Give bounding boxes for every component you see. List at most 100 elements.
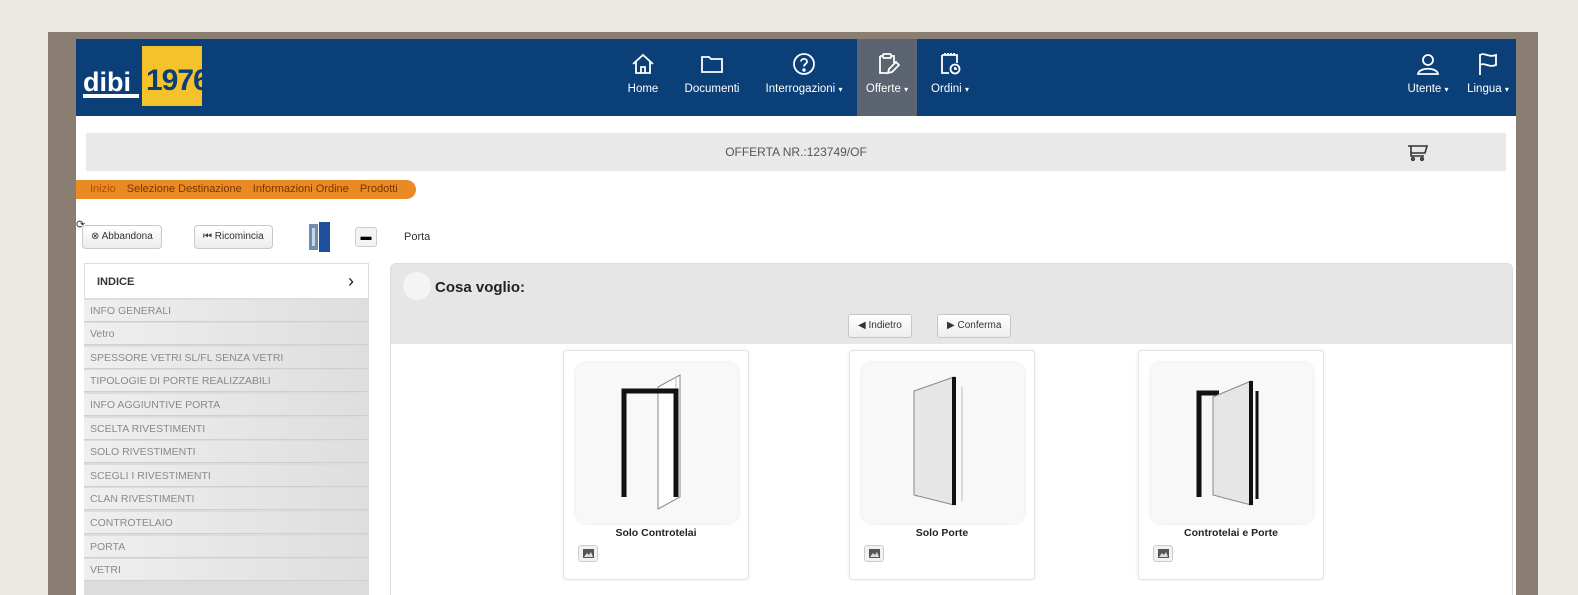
- breadcrumb-item[interactable]: Selezione Destinazione: [127, 183, 242, 195]
- breadcrumb-item[interactable]: Inizio: [90, 183, 116, 195]
- door-only-icon: [913, 376, 963, 506]
- order-icon: [941, 53, 961, 75]
- nav-interrogazioni-text: Interrogazioni: [765, 83, 836, 95]
- abandon-label: Abbandona: [101, 231, 153, 242]
- confirm-button[interactable]: ▶ Conferma: [937, 314, 1012, 338]
- home-icon: [632, 53, 654, 74]
- nav-utente-text: Utente: [1407, 83, 1442, 95]
- image-icon: [1158, 549, 1169, 558]
- chevron-down-icon: ▾: [904, 85, 909, 94]
- door-thumbnail-icon: [309, 222, 330, 252]
- nav-lingua-label: Lingua ▾: [1460, 83, 1516, 95]
- image-icon: [869, 549, 880, 558]
- chevron-down-icon: ▾: [964, 85, 969, 94]
- option-image: [1151, 363, 1313, 523]
- offer-title: OFFERTA NR.:123749/OF: [725, 145, 867, 159]
- option-image: [862, 363, 1024, 523]
- option-label: Solo Porte: [915, 527, 969, 539]
- folder-icon: [701, 56, 723, 73]
- sidebar-item[interactable]: VETRI: [84, 559, 369, 581]
- nav-offerte-text: Offerte: [865, 83, 901, 95]
- breadcrumb: Inizio Selezione Destinazione Informazio…: [76, 180, 416, 199]
- option-card-solo-porte[interactable]: Solo Porte: [849, 350, 1035, 580]
- flag-icon: [1479, 53, 1497, 75]
- nav-interrogazioni[interactable]: Interrogazioni ▾: [756, 39, 852, 116]
- image-icon: [583, 549, 594, 558]
- stop-icon: ⊗: [91, 231, 100, 242]
- app-window: dibi 1976 Home Documenti Interrogazioni …: [76, 39, 1516, 595]
- screenshot-frame: dibi 1976 Home Documenti Interrogazioni …: [48, 32, 1538, 595]
- clipboard-edit-icon: [879, 53, 900, 75]
- choice-panel: Cosa voglio: ◀ Indietro ▶ Conferma Solo …: [390, 263, 1513, 595]
- sidebar-item[interactable]: SCEGLI I RIVESTIMENTI: [84, 465, 369, 487]
- sidebar-item[interactable]: INFO GENERALI: [84, 300, 369, 322]
- logo-year-suffix: 76: [177, 64, 209, 97]
- nav-home[interactable]: Home: [619, 39, 667, 116]
- dibi-logo[interactable]: dibi 1976: [81, 46, 210, 108]
- user-icon: [1416, 54, 1440, 75]
- chevron-down-icon: ▾: [1504, 85, 1509, 94]
- sidebar-item[interactable]: Vetro: [84, 323, 369, 345]
- nav-utente-label: Utente ▾: [1399, 83, 1457, 95]
- breadcrumb-item[interactable]: Informazioni Ordine: [253, 183, 349, 195]
- nav-interrogazioni-label: Interrogazioni ▾: [756, 83, 852, 95]
- folder-icon: ▬: [360, 231, 372, 243]
- nav-lingua-text: Lingua: [1467, 83, 1502, 95]
- option-card-solo-controtelai[interactable]: Solo Controtelai: [563, 350, 749, 580]
- offer-header: OFFERTA NR.:123749/OF: [86, 133, 1506, 171]
- logo-year: 1976: [142, 46, 210, 106]
- logo-year-main: 19: [146, 64, 178, 97]
- triangle-right-icon: ▶: [947, 320, 955, 331]
- back-label: Indietro: [868, 320, 902, 331]
- image-preview-button[interactable]: [578, 545, 598, 562]
- sidebar-item[interactable]: SCELTA RIVESTIMENTI: [84, 418, 369, 440]
- sidebar-item[interactable]: INFO AGGIUNTIVE PORTA: [84, 394, 369, 416]
- question-icon: [793, 53, 815, 75]
- restart-button[interactable]: ⏮ Ricomincia: [194, 225, 273, 249]
- index-header-label: INDICE: [97, 276, 135, 288]
- option-card-controtelai-porte[interactable]: Controtelai e Porte: [1138, 350, 1324, 580]
- sidebar-item[interactable]: SPESSORE VETRI SL/FL SENZA VETRI: [84, 347, 369, 369]
- choice-title: Cosa voglio:: [435, 279, 526, 296]
- sidebar-item[interactable]: TIPOLOGIE DI PORTE REALIZZABILI: [84, 370, 369, 392]
- index-header[interactable]: INDICE ›: [84, 263, 369, 299]
- section-icon: [403, 272, 431, 300]
- sidebar-item[interactable]: PORTA: [84, 536, 369, 558]
- sidebar-item[interactable]: CLAN RIVESTIMENTI: [84, 488, 369, 510]
- nav-offerte[interactable]: Offerte ▾: [857, 39, 917, 116]
- index-sidebar: INDICE › INFO GENERALI Vetro SPESSORE VE…: [84, 263, 369, 595]
- nav-ordini-text: Ordini: [931, 83, 962, 95]
- chevron-down-icon: ▾: [1444, 85, 1449, 94]
- nav-documenti[interactable]: Documenti: [674, 39, 750, 116]
- nav-documenti-label: Documenti: [684, 83, 740, 95]
- nav-utente[interactable]: Utente ▾: [1399, 39, 1457, 116]
- breadcrumb-item[interactable]: Prodotti: [360, 183, 398, 195]
- option-label: Controtelai e Porte: [1184, 527, 1278, 539]
- image-preview-button[interactable]: [1153, 545, 1173, 562]
- sidebar-item[interactable]: CONTROTELAIO: [84, 512, 369, 534]
- sidebar-item[interactable]: SOLO RIVESTIMENTI: [84, 441, 369, 463]
- nav-home-label: Home: [627, 83, 659, 95]
- nav-ordini[interactable]: Ordini ▾: [922, 39, 978, 116]
- current-step-label: Porta: [404, 231, 431, 243]
- cart-icon[interactable]: [1406, 140, 1430, 164]
- restart-label: Ricomincia: [214, 231, 264, 242]
- chevron-right-icon[interactable]: ›: [348, 271, 354, 292]
- frame-and-door-icon: [1196, 380, 1259, 506]
- nav-ordini-label: Ordini ▾: [922, 83, 978, 95]
- skip-back-icon: ⏮: [203, 231, 212, 242]
- logo-underline: [83, 94, 139, 98]
- nav-offerte-label: Offerte ▾: [857, 83, 917, 95]
- image-preview-button[interactable]: [864, 545, 884, 562]
- triangle-left-icon: ◀: [858, 320, 866, 331]
- folder-button[interactable]: ▬: [355, 227, 377, 247]
- option-label: Solo Controtelai: [615, 527, 697, 539]
- chevron-down-icon: ▾: [838, 85, 843, 94]
- nav-lingua[interactable]: Lingua ▾: [1460, 39, 1516, 116]
- abandon-button[interactable]: ⊗ Abbandona: [82, 225, 162, 249]
- frame-only-door-icon: [621, 374, 681, 510]
- back-button[interactable]: ◀ Indietro: [848, 314, 912, 338]
- option-image: [576, 363, 738, 523]
- choice-panel-header: Cosa voglio: ◀ Indietro ▶ Conferma: [391, 264, 1512, 344]
- top-navbar: dibi 1976 Home Documenti Interrogazioni …: [76, 39, 1516, 116]
